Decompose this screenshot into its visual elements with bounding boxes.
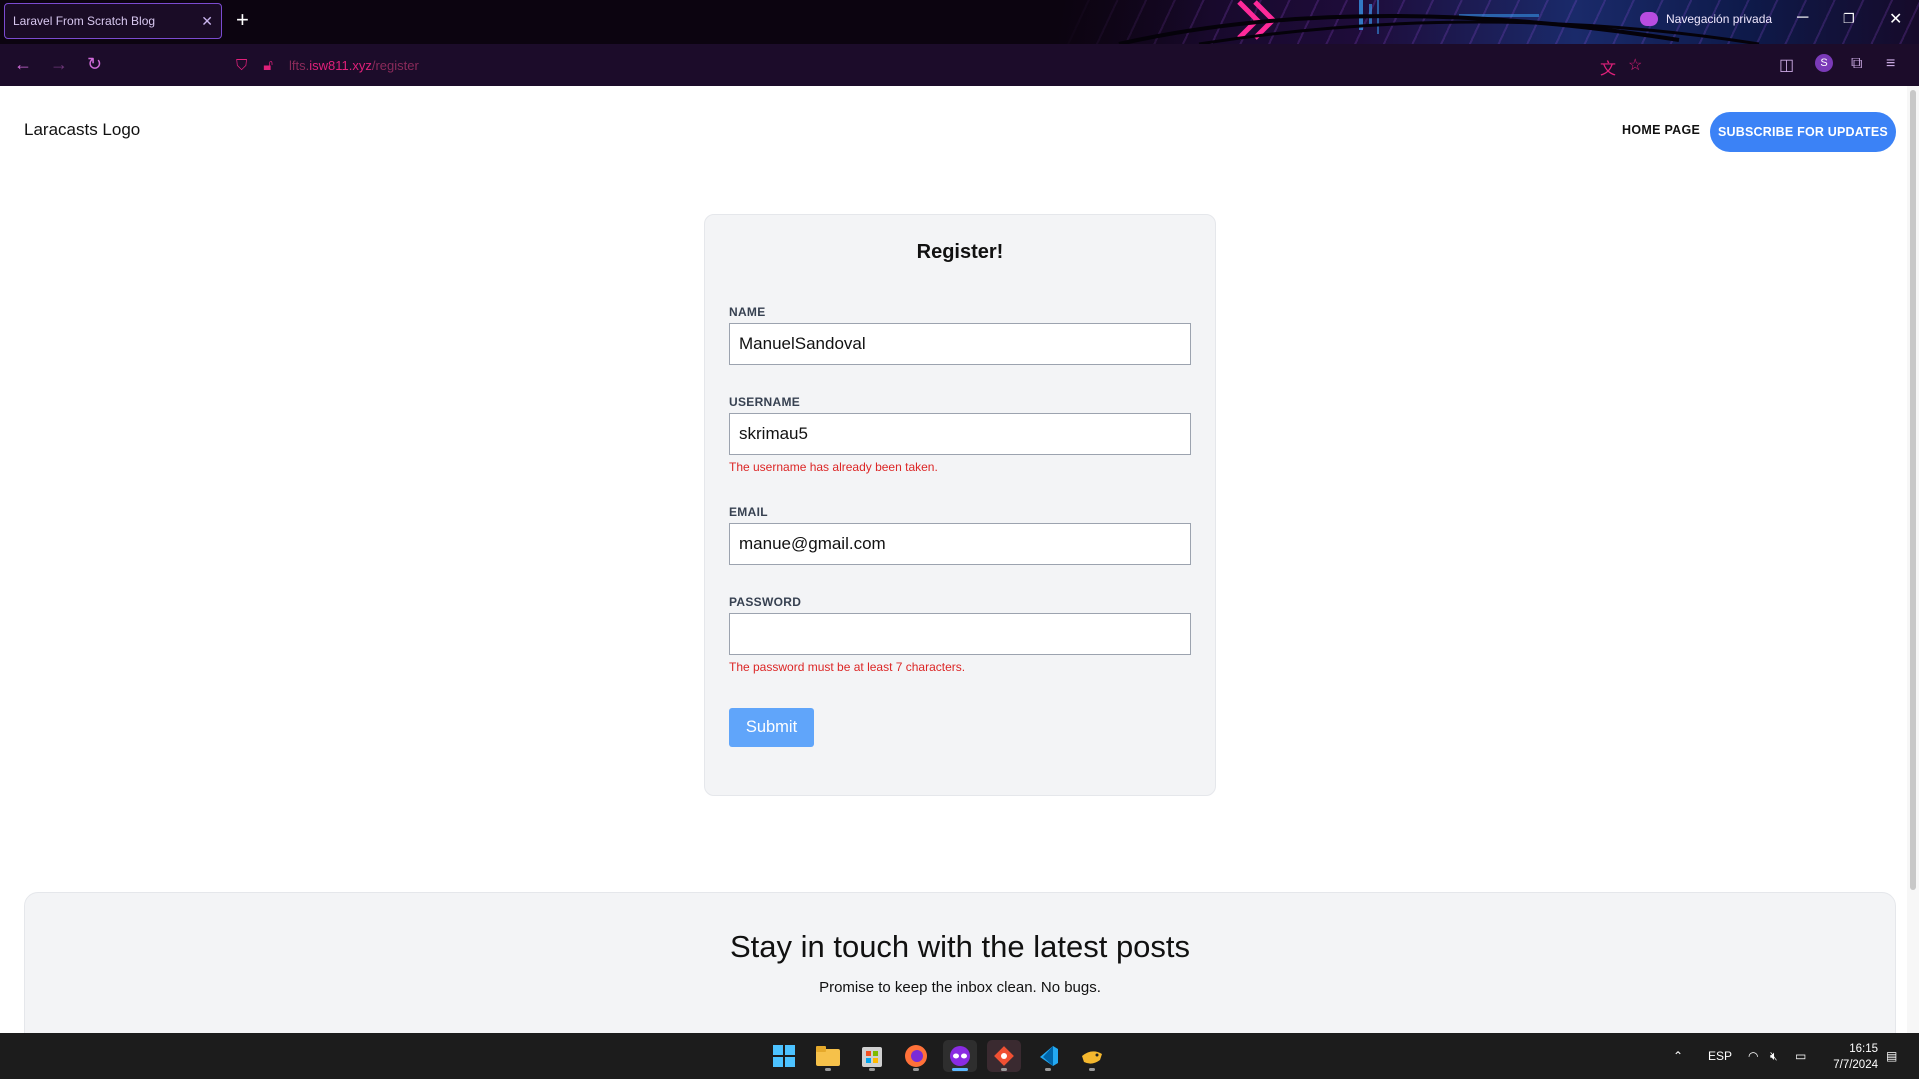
private-browsing-label: Navegación privada xyxy=(1666,12,1773,26)
minimize-icon[interactable]: ─ xyxy=(1797,9,1808,27)
tab-title: Laravel From Scratch Blog xyxy=(13,14,156,28)
username-label: USERNAME xyxy=(729,395,801,409)
notifications-icon[interactable]: ▤ xyxy=(1886,1033,1897,1079)
firefox-svg xyxy=(905,1045,927,1067)
theme-art-svg xyxy=(1118,0,1760,44)
username-input[interactable] xyxy=(729,413,1191,455)
running-indicator xyxy=(952,1068,968,1071)
bookmark-star-icon[interactable]: ☆ xyxy=(1628,55,1642,75)
private-browsing-indicator: Navegación privada xyxy=(1640,12,1772,26)
folder-icon[interactable] xyxy=(811,1040,845,1072)
subscribe-button[interactable]: SUBSCRIBE FOR UPDATES xyxy=(1710,112,1896,152)
speaker-muted-icon[interactable]: 🔇︎ xyxy=(1770,1033,1778,1079)
address-bar[interactable]: ⛉ 🔓︎ lfts. isw811.xyz/register xyxy=(236,49,1756,81)
name-input[interactable] xyxy=(729,323,1191,365)
system-clock[interactable]: 16:15 7/7/2024 xyxy=(1826,1041,1878,1073)
back-arrow-icon[interactable]: ← xyxy=(14,54,32,74)
newsletter-subtitle: Promise to keep the inbox clean. No bugs… xyxy=(819,979,1101,996)
forward-arrow-icon[interactable]: → xyxy=(50,54,68,74)
git-svg xyxy=(994,1046,1014,1066)
new-tab-button[interactable]: + xyxy=(236,9,249,31)
git-icon[interactable] xyxy=(987,1040,1021,1072)
firefox-icon[interactable] xyxy=(899,1040,933,1072)
username-error: The username has already been taken. xyxy=(729,460,938,474)
page-scrollbar[interactable] xyxy=(1907,86,1919,1033)
url-domain: isw811.xyz xyxy=(309,57,372,73)
pocket-icon[interactable]: ◫ xyxy=(1779,55,1794,75)
running-indicator xyxy=(1001,1068,1007,1071)
submit-button[interactable]: Submit xyxy=(729,708,814,747)
register-form-card: Register! NAME USERNAME The username has… xyxy=(704,214,1216,796)
browser-toolbar: ← → ↻ ⛉ 🔓︎ lfts. isw811.xyz/register 文 ☆ … xyxy=(0,44,1919,87)
windows-logo-icon[interactable] xyxy=(767,1040,801,1072)
password-label: PASSWORD xyxy=(729,595,802,609)
newsletter-section: Stay in touch with the latest posts Prom… xyxy=(24,892,1896,1033)
shield-icon[interactable]: ⛉ xyxy=(236,57,247,74)
password-input[interactable] xyxy=(729,613,1191,655)
reload-icon[interactable]: ↻ xyxy=(87,54,102,74)
windows-logo-svg xyxy=(773,1045,795,1067)
translate-icon[interactable]: 文 xyxy=(1600,55,1616,79)
private-mask-icon[interactable] xyxy=(943,1040,977,1072)
running-indicator xyxy=(825,1068,831,1071)
restore-icon[interactable]: ❐ xyxy=(1843,11,1855,27)
folder-svg xyxy=(816,1046,840,1066)
url-subdomain: lfts. xyxy=(289,57,310,73)
running-indicator xyxy=(1089,1068,1095,1071)
clock-time: 16:15 xyxy=(1849,1043,1878,1055)
page-content: Laracasts Logo HOME PAGE SUBSCRIBE FOR U… xyxy=(0,86,1919,1033)
theme-artwork xyxy=(1059,0,1919,44)
site-logo[interactable]: Laracasts Logo xyxy=(24,120,140,140)
home-page-link[interactable]: HOME PAGE xyxy=(1622,123,1700,137)
url-path: /register xyxy=(371,57,419,73)
profile-avatar[interactable]: S xyxy=(1815,54,1833,72)
battery-icon[interactable]: ▭ xyxy=(1795,1033,1806,1079)
whale-svg xyxy=(1082,1051,1102,1064)
wifi-icon[interactable]: ◠ xyxy=(1748,1033,1758,1079)
tab-close-icon[interactable]: ✕ xyxy=(201,13,213,30)
close-window-icon[interactable]: ✕ xyxy=(1889,9,1902,29)
store-svg xyxy=(862,1047,882,1067)
vscode-svg xyxy=(1040,1046,1058,1066)
running-indicator xyxy=(913,1068,919,1071)
email-input[interactable] xyxy=(729,523,1191,565)
browser-tab-strip: Laravel From Scratch Blog ✕ + Navegación… xyxy=(0,0,1919,44)
whale-icon[interactable] xyxy=(1075,1040,1109,1072)
password-error: The password must be at least 7 characte… xyxy=(729,660,966,674)
lock-slash-icon[interactable]: 🔓︎ xyxy=(263,57,273,74)
scrollbar-thumb[interactable] xyxy=(1910,90,1916,890)
private-mask-icon xyxy=(1640,12,1658,26)
clock-date: 7/7/2024 xyxy=(1833,1059,1878,1071)
running-indicator xyxy=(869,1068,875,1071)
tab-active[interactable]: Laravel From Scratch Blog ✕ xyxy=(4,3,222,39)
store-icon[interactable] xyxy=(855,1040,889,1072)
email-label: EMAIL xyxy=(729,505,768,519)
extensions-icon[interactable]: ⧉ xyxy=(1851,55,1862,73)
menu-hamburger-icon[interactable]: ≡ xyxy=(1886,55,1895,73)
vscode-icon[interactable] xyxy=(1031,1040,1065,1072)
name-label: NAME xyxy=(729,305,766,319)
private-firefox-svg xyxy=(950,1046,970,1066)
newsletter-title: Stay in touch with the latest posts xyxy=(729,929,1191,964)
form-title: Register! xyxy=(916,241,1004,263)
language-indicator[interactable]: ESP xyxy=(1708,1033,1732,1079)
windows-taskbar: ⌃ ESP ◠ 🔇︎ ▭ 16:15 7/7/2024 ▤ xyxy=(0,1033,1919,1079)
chevron-up-icon[interactable]: ⌃ xyxy=(1673,1033,1683,1079)
running-indicator xyxy=(1045,1068,1051,1071)
